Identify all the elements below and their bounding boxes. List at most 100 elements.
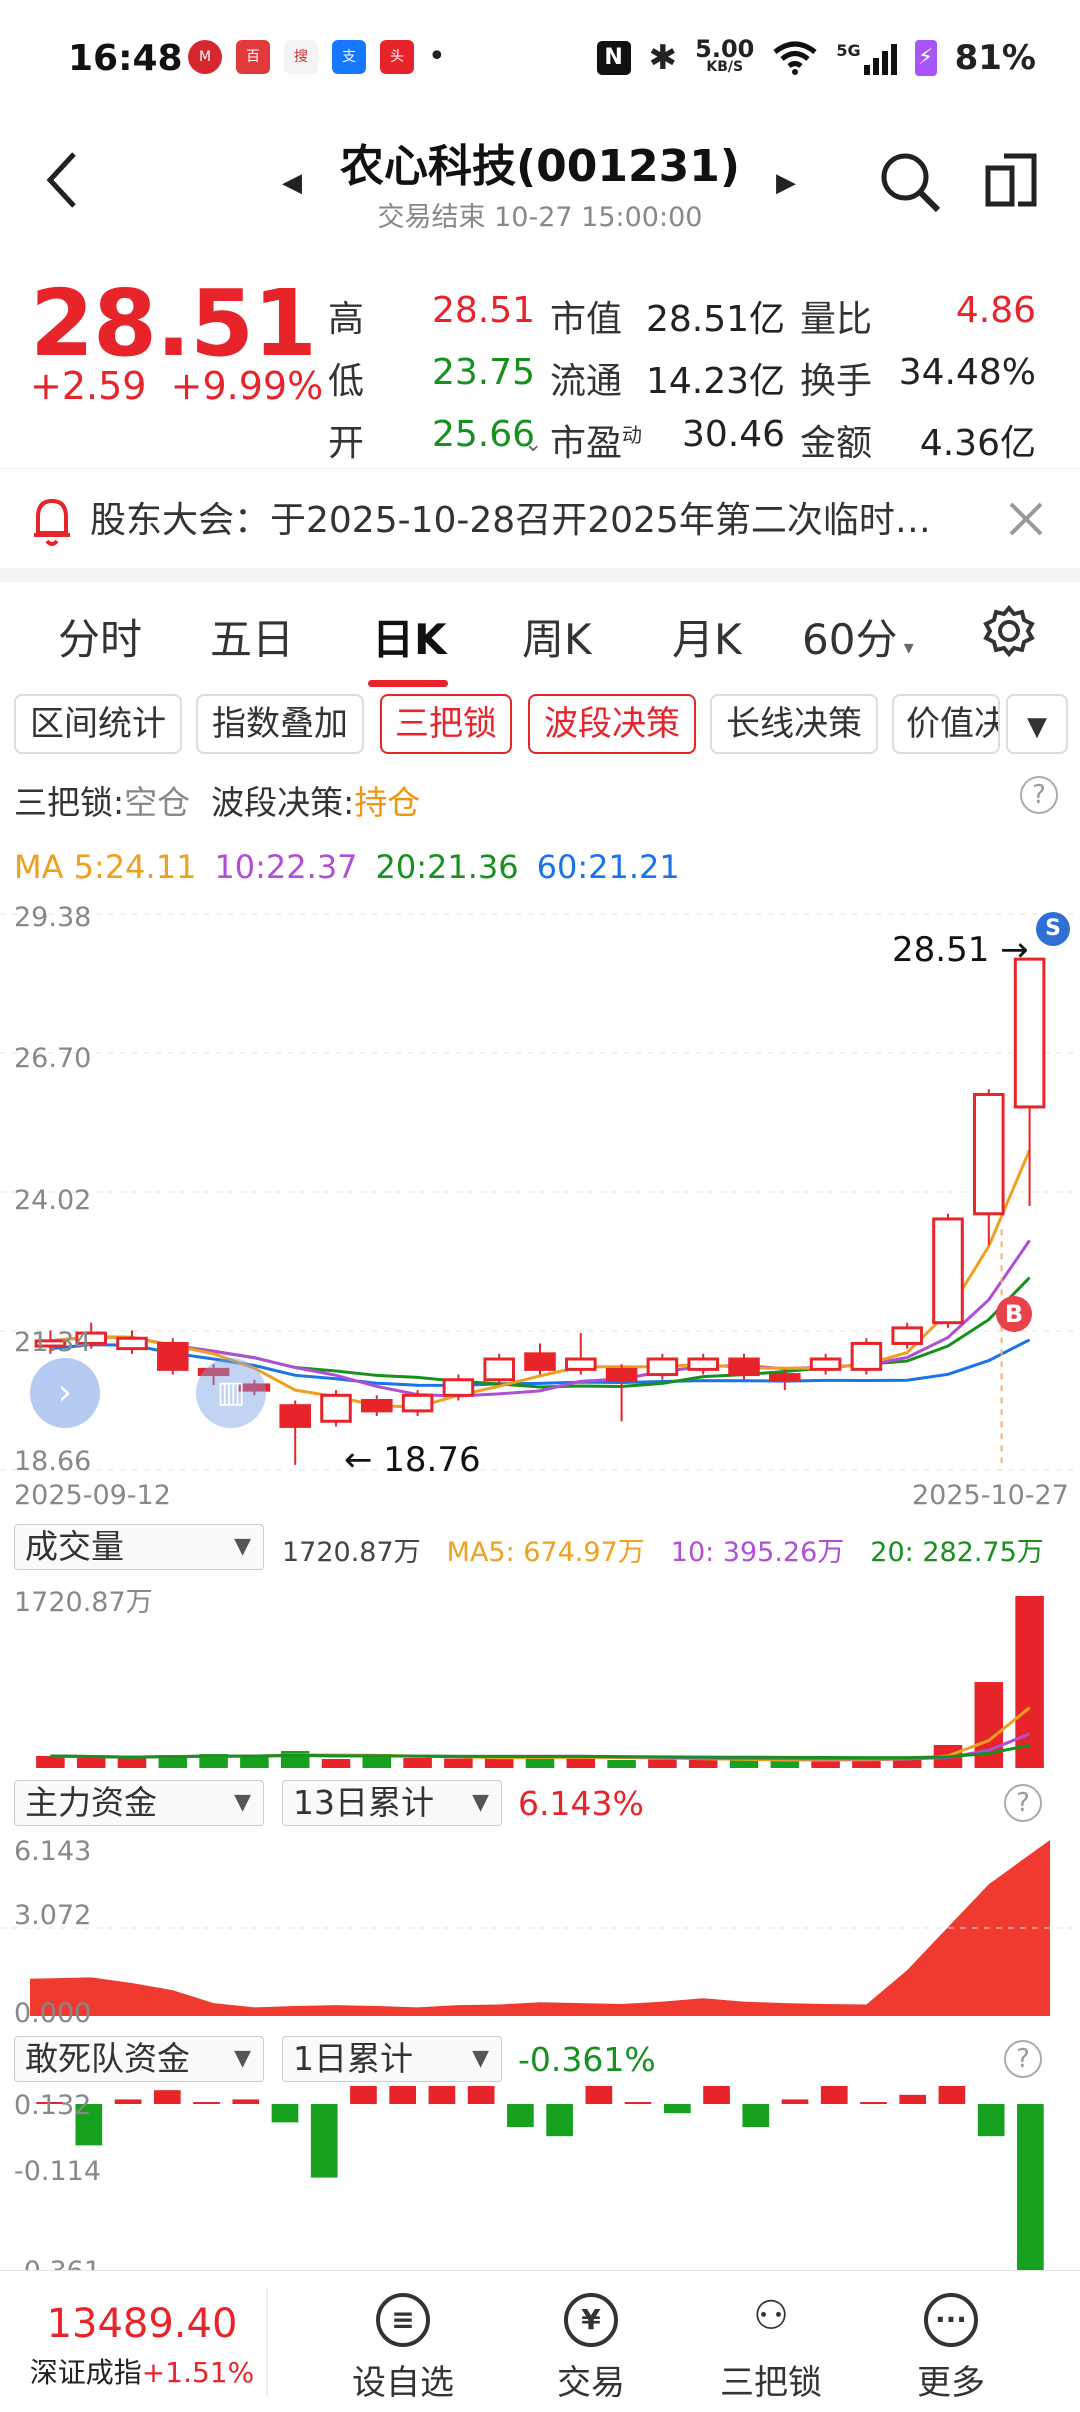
tab-weekly-k[interactable]: 周K [522,606,592,667]
stat-label: 开 [328,423,365,464]
tab-five-day[interactable]: 五日 [210,606,294,667]
buy-marker[interactable]: B [996,1296,1032,1332]
bank-icon: M [188,40,222,74]
y-tick-2: 26.70 [14,1043,92,1074]
candle-body [769,1373,801,1382]
nav-add-watchlist[interactable]: ≡ 设自选 [328,2293,478,2404]
volume-bar [607,1760,636,1768]
lock-value: 空仓 [124,783,191,822]
signal-icon: 5G [836,41,897,75]
dare-fund-bar [899,2094,927,2104]
dare-fund-bar [781,2099,809,2104]
chips-expand-button[interactable]: ▼ [1006,694,1068,754]
dropdown-triangle-icon: ▼ [234,1534,251,1559]
chip-interval-stats[interactable]: 区间统计 [14,694,182,754]
candle-body [809,1357,842,1371]
chip-index-overlay[interactable]: 指数叠加 [196,694,364,754]
stat-label: 高 [328,299,365,340]
x-axis-start: 2025-09-12 [14,1480,171,1511]
dare-fund-chart[interactable] [0,2086,1080,2270]
main-fund-label: 主力资金 [25,1783,157,1822]
volume-bar [76,1757,106,1768]
sell-marker[interactable]: S [1036,912,1070,946]
volume-chart[interactable] [0,1572,1080,1772]
volume-bar [688,1760,718,1768]
volume-selector[interactable]: 成交量 ▼ [14,1524,264,1570]
help-icon[interactable]: ? [1004,2040,1042,2078]
candle-body [565,1357,597,1371]
nav-trade[interactable]: ¥ 交易 [516,2293,666,2404]
dare-fund-bar [507,2104,534,2127]
y-tick-3: 24.02 [14,1185,92,1216]
kline-chart[interactable] [0,900,1080,1500]
volume-bar [240,1756,269,1768]
dare-fund-bar [703,2086,730,2104]
help-icon[interactable]: ? [1004,1784,1042,1822]
main-fund-period: 13日累计 [293,1783,434,1822]
tab-60min[interactable]: 60分 ▾ [802,606,914,667]
volume-ma20: 20: 282.75万 [870,1537,1044,1568]
high-price-label: 28.51 → [892,930,1029,970]
landscape-button[interactable] [984,152,1040,212]
notice-bar[interactable]: 股东大会：于2025-10-28召开2025年第二次临时… [0,468,1080,568]
stat-label-sup: 动 [622,423,643,447]
stat-value: 4.86 [955,290,1036,331]
chip-value-decision[interactable]: 价值决 [892,694,1000,754]
dare-fund-bar [350,2086,377,2104]
book-icon: ▥ [216,1375,246,1410]
tab-intraday[interactable]: 分时 [58,606,142,667]
close-icon[interactable] [1008,501,1044,537]
dare-fund-bar [310,2104,338,2178]
dare-fund-period-selector[interactable]: 1日累计 ▼ [282,2036,502,2082]
low-price-value: 18.76 [383,1440,481,1480]
main-fund-y-top: 6.143 [14,1836,92,1867]
x-axis-end: 2025-10-27 [912,1480,1069,1511]
chip-three-locks[interactable]: 三把锁 [380,694,512,754]
alipay-icon: 支 [332,40,366,74]
expand-chevron-icon[interactable]: ⌄ [524,432,542,457]
nav-divider [266,2287,268,2397]
lock-label: 三把锁: [14,783,125,822]
nav-three-locks[interactable]: ⚇ 三把锁 [696,2293,846,2404]
dare-fund-y-top: 0.132 [14,2090,92,2121]
index-ticker[interactable]: 13489.40 深证成指+1.51% [22,2301,262,2391]
rotate-screen-icon [985,153,1037,207]
candle-body [605,1367,638,1382]
dare-fund-bar [624,2102,652,2104]
dare-fund-bar [428,2086,456,2104]
sohu-video-icon: 搜 [284,40,318,74]
dropdown-icon: ▾ [897,635,914,659]
net-speed-value: 5.00 [695,35,755,63]
main-fund-chart[interactable] [0,1830,1080,2030]
dare-fund-selector[interactable]: 敢死队资金 ▼ [14,2036,264,2082]
nav-more[interactable]: ··· 更多 [876,2293,1026,2404]
ma5-value: MA 5:24.11 [14,848,197,886]
stat-label: 量比 [800,299,873,340]
chip-long-term-decision[interactable]: 长线决策 [710,694,878,754]
tab-daily-k[interactable]: 日K [372,606,447,667]
tab-monthly-k[interactable]: 月K [672,606,742,667]
chart-overlay-button[interactable]: ▥ [196,1358,266,1428]
candle-body [442,1378,475,1397]
net-speed: 5.00 KB/S [695,35,755,76]
search-button[interactable] [878,150,942,218]
main-fund-selector[interactable]: 主力资金 ▼ [14,1780,264,1826]
candle-body [850,1341,883,1371]
current-price: 28.51 [30,270,317,377]
volume-ma5: MA5: 674.97万 [446,1537,645,1568]
main-fund-period-selector[interactable]: 13日累计 ▼ [282,1780,502,1826]
help-icon[interactable]: ? [1020,776,1058,814]
candle-body [646,1357,679,1377]
nav-label: 更多 [917,2363,985,2403]
dare-fund-bar [860,2102,887,2104]
dare-fund-bar [742,2104,770,2127]
chart-next-button[interactable]: › [30,1358,100,1428]
ma20-value: 20:21.36 [375,848,519,886]
chip-wave-decision[interactable]: 波段决策 [528,694,696,754]
next-stock-button[interactable]: ▶ [776,168,796,198]
dare-fund-bar [467,2086,495,2104]
high-price-value: 28.51 [892,930,990,970]
settings-gear-icon[interactable] [982,604,1036,658]
nav-label: 三把锁 [720,2363,822,2403]
volume-selector-label: 成交量 [25,1527,124,1566]
